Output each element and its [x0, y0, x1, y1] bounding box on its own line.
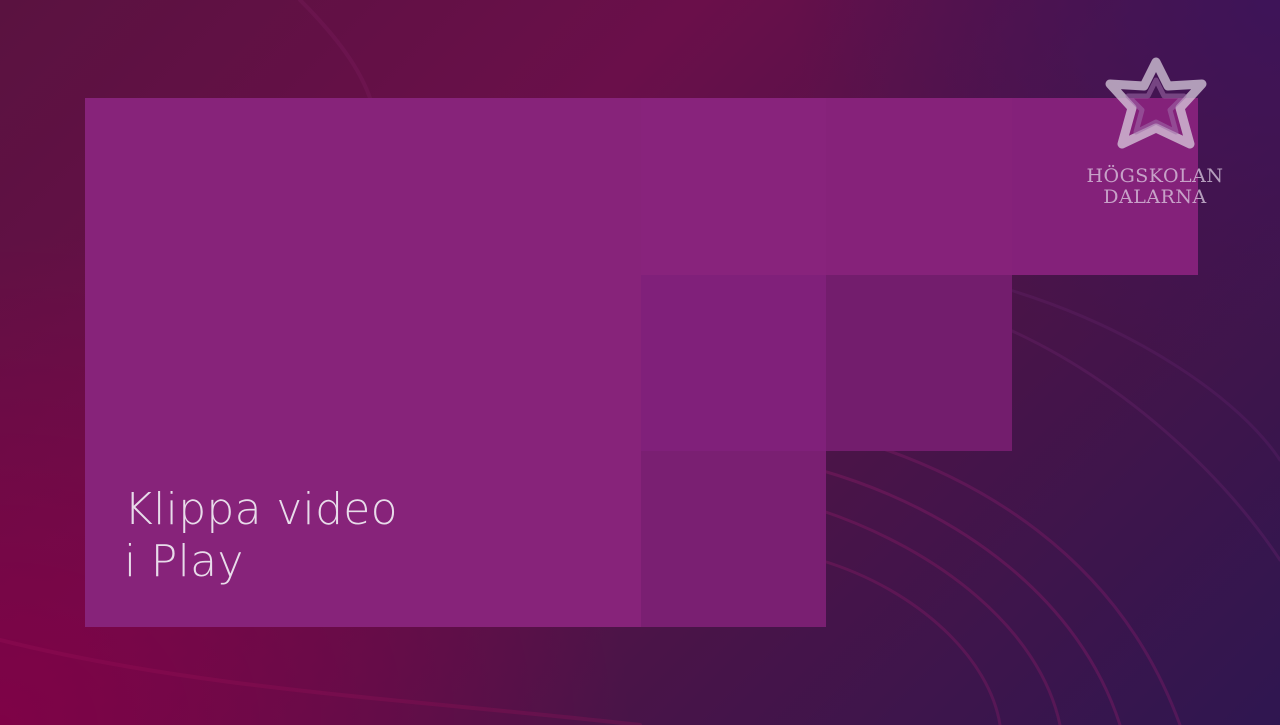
- video-slide: Klippa video i Play HÖGSKOLAN DALARNA: [0, 0, 1280, 725]
- panel-top-b: [826, 98, 1012, 275]
- slide-title-line2: i Play: [124, 536, 244, 587]
- panel-mid-a: [641, 275, 826, 451]
- logo-line2: DALARNA: [1103, 186, 1207, 208]
- panel-low-a: [641, 451, 826, 627]
- panel-top-a: [641, 98, 826, 275]
- university-logo: HÖGSKOLAN DALARNA: [1080, 52, 1230, 212]
- slide-title: Klippa video i Play: [124, 484, 398, 588]
- star-logo-icon: [1105, 57, 1207, 149]
- logo-wordmark: HÖGSKOLAN DALARNA: [1080, 166, 1230, 208]
- panel-mid-b: [826, 275, 1012, 451]
- slide-title-line1: Klippa video: [124, 484, 398, 535]
- logo-line1: HÖGSKOLAN: [1086, 165, 1224, 187]
